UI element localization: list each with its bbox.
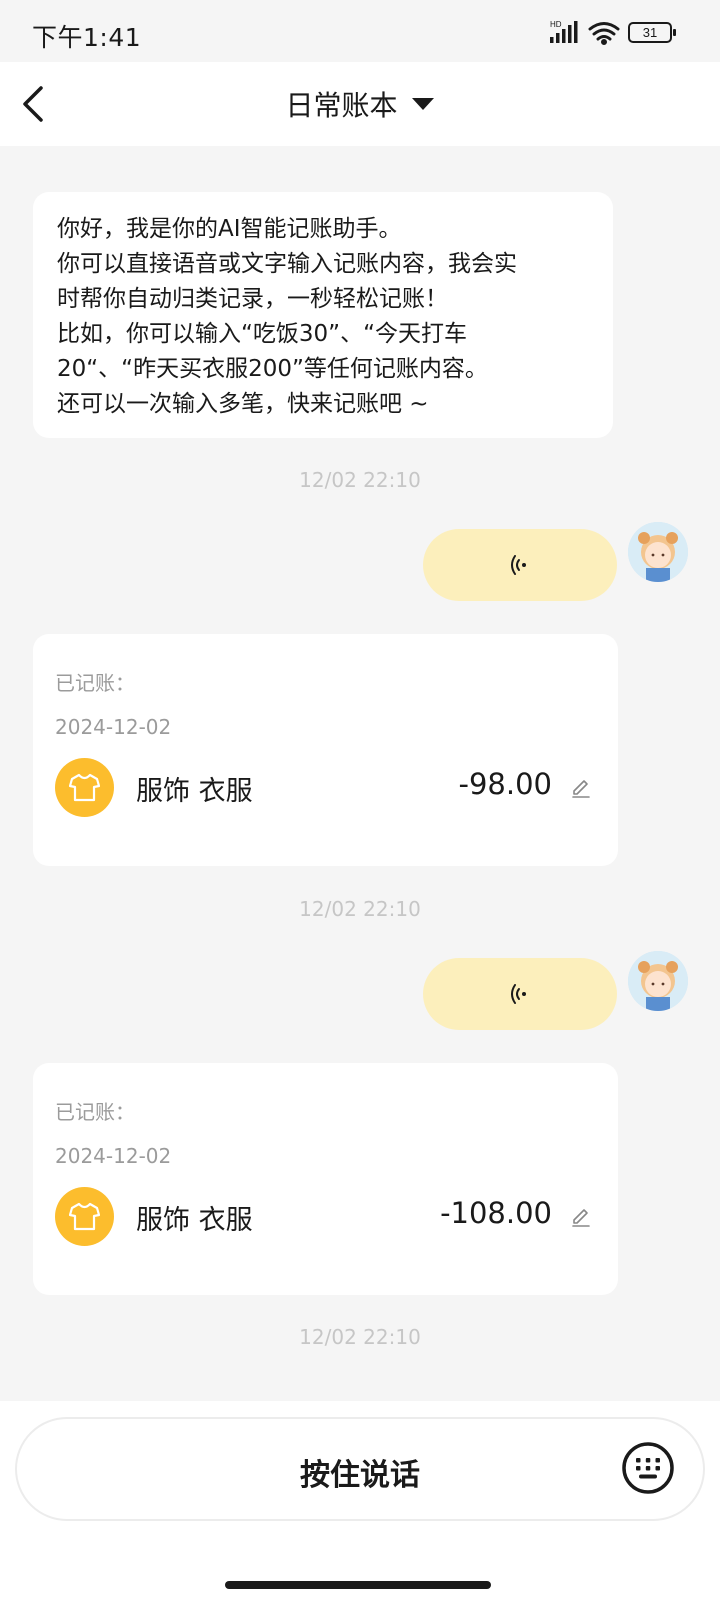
welcome-line: 你好，我是你的AI智能记账助手。 xyxy=(57,216,402,242)
timestamp: 12/02 22:10 xyxy=(299,897,421,921)
record-category: 服饰 衣服 xyxy=(136,1205,253,1236)
user-avatar[interactable] xyxy=(628,522,688,582)
record-label: 已记账： xyxy=(55,671,135,695)
tshirt-icon xyxy=(69,773,100,802)
welcome-line: 你可以直接语音或文字输入记账内容，我会实 xyxy=(57,251,517,277)
chat-area[interactable]: 你好，我是你的AI智能记账助手。 你可以直接语音或文字输入记账内容，我会实 时帮… xyxy=(0,146,720,1401)
signal-wifi-battery-icons: HD 31 xyxy=(550,20,676,45)
edit-icon[interactable] xyxy=(570,1205,592,1227)
home-indicator[interactable] xyxy=(225,1581,491,1589)
keyboard-icon xyxy=(622,1442,674,1494)
voice-message[interactable] xyxy=(423,529,617,601)
status-icons: HD 31 xyxy=(548,18,680,48)
record-amount: -108.00 xyxy=(440,1196,552,1230)
avatar-image xyxy=(628,522,688,582)
record-card: 已记账： 2024-12-02 服饰 衣服 -98.00 xyxy=(33,634,618,866)
caret-down-icon xyxy=(411,98,434,110)
record-date: 2024-12-02 xyxy=(55,715,172,739)
timestamp: 12/02 22:10 xyxy=(299,1325,421,1349)
status-time: 下午1:41 xyxy=(32,23,142,52)
battery-level: 31 xyxy=(643,25,657,40)
battery-icon: 31 xyxy=(628,22,676,43)
avatar-image xyxy=(628,951,688,1011)
hold-to-talk-button[interactable]: 按住说话 xyxy=(15,1417,705,1521)
welcome-line: 时帮你自动归类记录，一秒轻松记账！ xyxy=(57,286,448,312)
record-card: 已记账： 2024-12-02 服饰 衣服 -108.00 xyxy=(33,1063,618,1295)
keyboard-toggle-button[interactable] xyxy=(621,1441,675,1495)
category-icon xyxy=(55,1187,114,1246)
record-label: 已记账： xyxy=(55,1100,135,1124)
wifi-icon xyxy=(588,22,620,45)
record-amount: -98.00 xyxy=(458,767,553,801)
welcome-message: 你好，我是你的AI智能记账助手。 你可以直接语音或文字输入记账内容，我会实 时帮… xyxy=(33,192,613,438)
welcome-line: 比如，你可以输入“吃饭30”、“今天打车 xyxy=(57,321,468,347)
user-avatar[interactable] xyxy=(628,951,688,1011)
bottom-input-bar: 按住说话 xyxy=(0,1401,720,1600)
status-bar: 下午1:41 HD 31 xyxy=(0,0,720,62)
category-icon xyxy=(55,758,114,817)
record-category: 服饰 衣服 xyxy=(136,776,253,807)
voice-wave-icon xyxy=(511,984,526,1004)
notebook-switcher[interactable]: 日常账本 xyxy=(0,84,720,124)
tshirt-icon xyxy=(69,1202,100,1231)
notebook-title: 日常账本 xyxy=(285,89,398,122)
timestamp: 12/02 22:10 xyxy=(299,468,421,492)
top-bar: 日常账本 xyxy=(0,62,720,146)
edit-icon[interactable] xyxy=(570,776,592,798)
welcome-line: 20“、“昨天买衣服200”等任何记账内容。 xyxy=(57,356,488,382)
hold-to-talk-label: 按住说话 xyxy=(300,1458,420,1493)
voice-message[interactable] xyxy=(423,958,617,1030)
voice-wave-icon xyxy=(511,555,526,575)
network-type-label: HD xyxy=(550,20,562,29)
welcome-line: 还可以一次输入多笔，快来记账吧 ~ xyxy=(57,391,429,417)
record-date: 2024-12-02 xyxy=(55,1144,172,1168)
